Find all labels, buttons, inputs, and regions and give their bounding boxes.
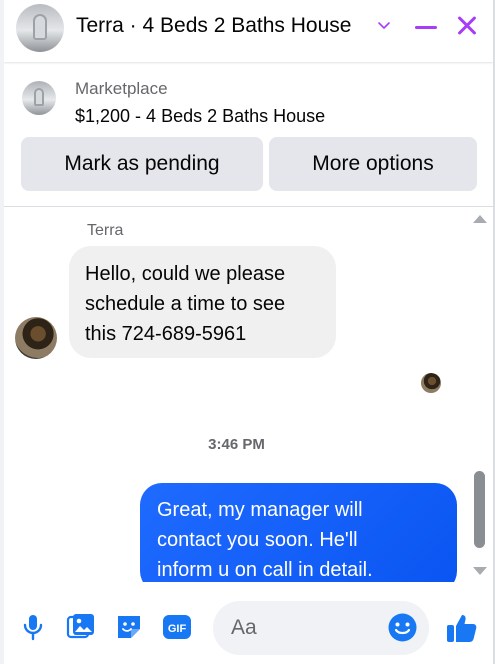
sender-avatar[interactable] — [15, 317, 57, 359]
message-line: inform u on call in detail. — [157, 559, 373, 581]
scroll-up-arrow-icon[interactable] — [473, 215, 487, 223]
more-options-button[interactable]: More options — [269, 137, 477, 191]
minimize-icon[interactable] — [413, 18, 439, 36]
message-line: this 724-689-5961 — [85, 323, 247, 345]
message-input-wrapper — [213, 601, 429, 655]
mark-as-pending-button[interactable]: Mark as pending — [21, 137, 263, 191]
marketplace-card: Marketplace $1,200 - 4 Beds 2 Baths Hous… — [4, 62, 493, 207]
listing-avatar[interactable] — [16, 4, 64, 52]
message-line: schedule a time to see — [85, 293, 286, 315]
close-icon[interactable] — [453, 12, 481, 40]
scrollbar-thumb[interactable] — [474, 471, 485, 548]
sender-name: Terra — [87, 222, 124, 239]
chat-window: Terra · 4 Beds 2 Baths House Marketplace… — [4, 0, 493, 664]
message-timestamp: 3:46 PM — [208, 436, 265, 453]
chevron-down-icon[interactable] — [374, 16, 394, 36]
message-input[interactable] — [231, 613, 381, 643]
microphone-icon[interactable] — [18, 612, 48, 642]
message-line: Hello, could we please — [85, 263, 286, 285]
marketplace-label: Marketplace — [75, 79, 168, 98]
gif-icon[interactable]: GIF — [162, 612, 192, 642]
outgoing-message[interactable]: Great, my manager will contact you soon.… — [140, 483, 457, 582]
thumbs-up-icon[interactable] — [445, 611, 479, 645]
sticker-icon[interactable] — [114, 612, 144, 642]
message-composer: GIF — [4, 582, 493, 664]
chat-header: Terra · 4 Beds 2 Baths House — [4, 0, 493, 62]
emoji-icon[interactable] — [387, 612, 418, 643]
photo-icon[interactable] — [66, 612, 96, 642]
message-list[interactable]: Terra Hello, could we please schedule a … — [4, 207, 493, 582]
scroll-down-arrow-icon[interactable] — [473, 567, 487, 575]
message-line: Great, my manager will — [157, 499, 363, 521]
gif-icon-label: GIF — [168, 623, 187, 635]
listing-thumbnail[interactable] — [22, 81, 56, 115]
listing-title[interactable]: $1,200 - 4 Beds 2 Baths House — [75, 106, 325, 127]
message-line: contact you soon. He'll — [157, 529, 358, 551]
read-receipt-avatar — [421, 373, 441, 393]
scrollbar[interactable] — [470, 207, 488, 582]
incoming-message[interactable]: Hello, could we please schedule a time t… — [69, 246, 336, 358]
chat-title[interactable]: Terra · 4 Beds 2 Baths House — [76, 14, 351, 38]
